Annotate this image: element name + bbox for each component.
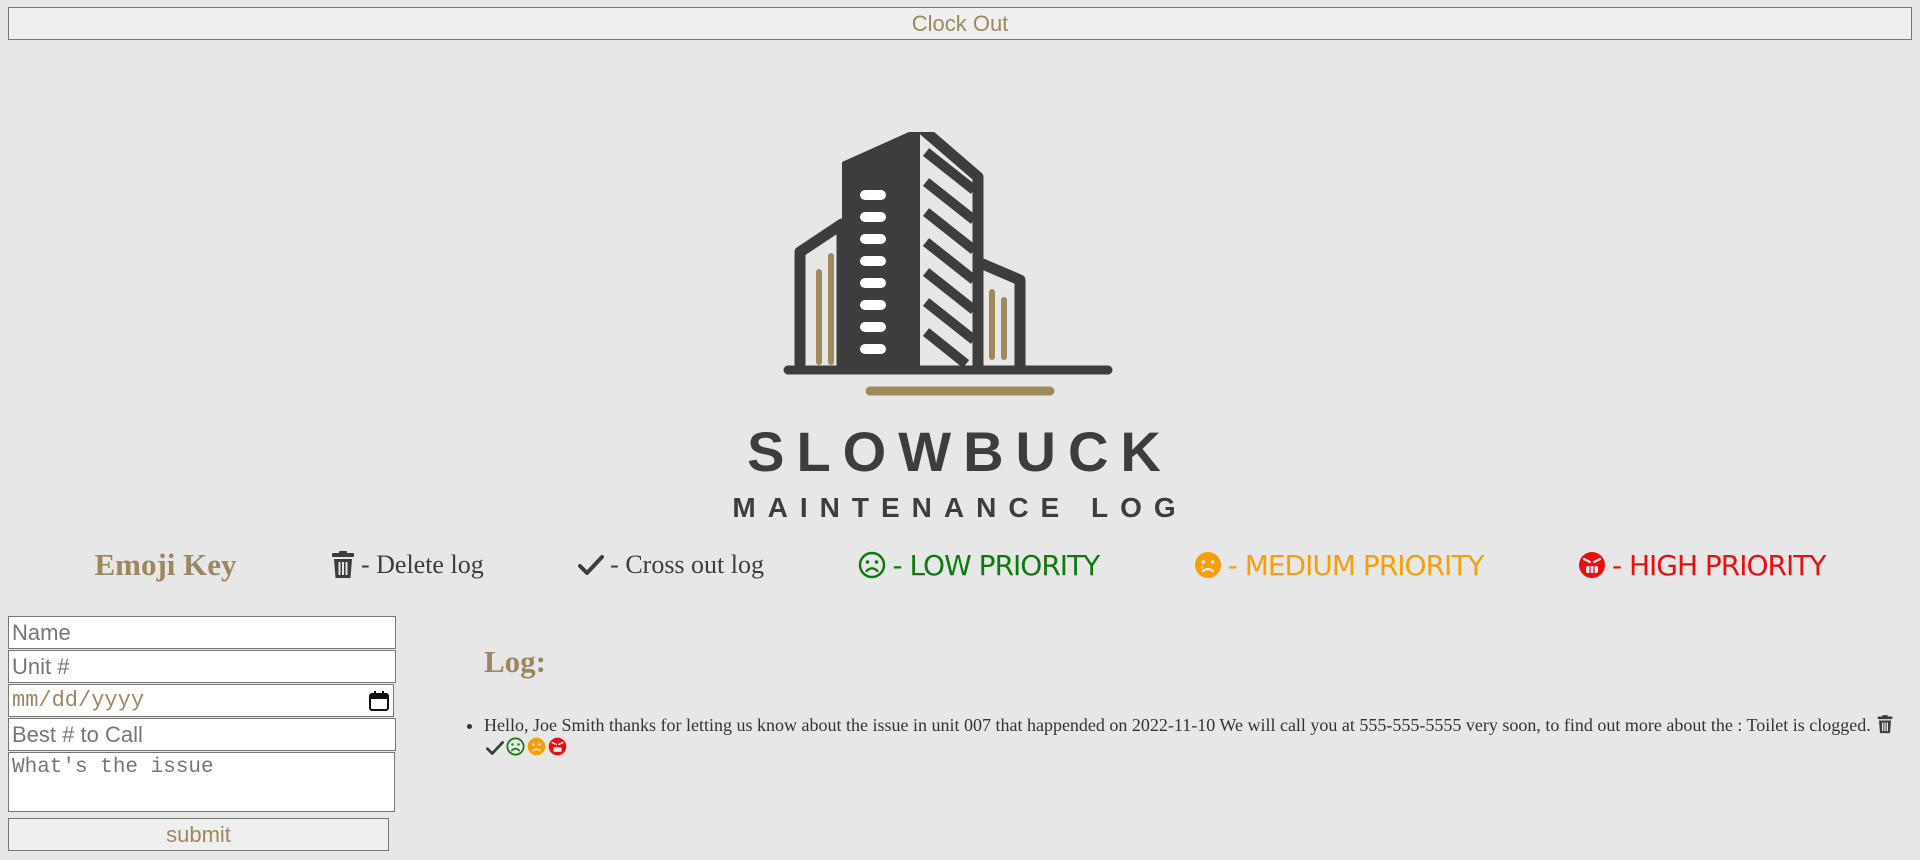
issue-form: mm/dd/yyyy submit [8, 616, 398, 851]
check-icon [578, 555, 605, 575]
emoji-key-medium-label: - MEDIUM PRIORITY [1227, 548, 1485, 582]
emoji-key-low-priority: - LOW PRIORITY [858, 548, 1100, 582]
submit-button[interactable]: submit [8, 818, 389, 851]
date-input[interactable]: mm/dd/yyyy [8, 684, 394, 717]
emoji-key-title: Emoji Key [94, 547, 237, 582]
phone-input[interactable] [8, 718, 396, 751]
sad-tear-icon[interactable] [527, 737, 546, 756]
angry-icon[interactable] [548, 737, 567, 756]
log-entry: Hello, Joe Smith thanks for letting us k… [484, 714, 1898, 758]
trash-icon [331, 551, 354, 578]
log-entry-text: Hello, Joe Smith thanks for letting us k… [484, 715, 1871, 735]
emoji-key-cross-out-label: - Cross out log [610, 550, 764, 579]
logo-subtitle: MAINTENANCE LOG [732, 492, 1188, 523]
calendar-icon[interactable] [368, 690, 390, 712]
issue-textarea[interactable] [8, 752, 395, 812]
sad-tear-icon [1194, 552, 1221, 578]
emoji-key-delete-label: - Delete log [360, 550, 484, 579]
log-list: Hello, Joe Smith thanks for letting us k… [484, 714, 1898, 758]
emoji-key: Emoji Key - Delete log - Cross out log -… [0, 542, 1920, 588]
emoji-key-high-label: - HIGH PRIORITY [1611, 548, 1827, 582]
frown-icon [859, 551, 886, 579]
log-heading: Log: [484, 644, 546, 679]
frown-icon[interactable] [506, 737, 525, 756]
trash-icon[interactable] [1877, 715, 1893, 734]
unit-input[interactable] [8, 650, 396, 683]
check-icon[interactable] [486, 740, 504, 756]
name-input[interactable] [8, 616, 396, 649]
date-placeholder: mm/dd/yyyy [12, 688, 145, 713]
emoji-key-cross-out: - Cross out log [578, 550, 764, 580]
emoji-key-high-priority: - HIGH PRIORITY [1578, 549, 1826, 582]
emoji-key-low-label: - LOW PRIORITY [892, 548, 1100, 582]
logo-title: SLOWBUCK [747, 420, 1173, 483]
angry-icon [1578, 552, 1605, 578]
clock-out-button[interactable]: Clock Out [8, 7, 1912, 40]
emoji-key-medium-priority: - MEDIUM PRIORITY [1194, 549, 1484, 582]
emoji-key-delete: - Delete log [331, 550, 484, 580]
